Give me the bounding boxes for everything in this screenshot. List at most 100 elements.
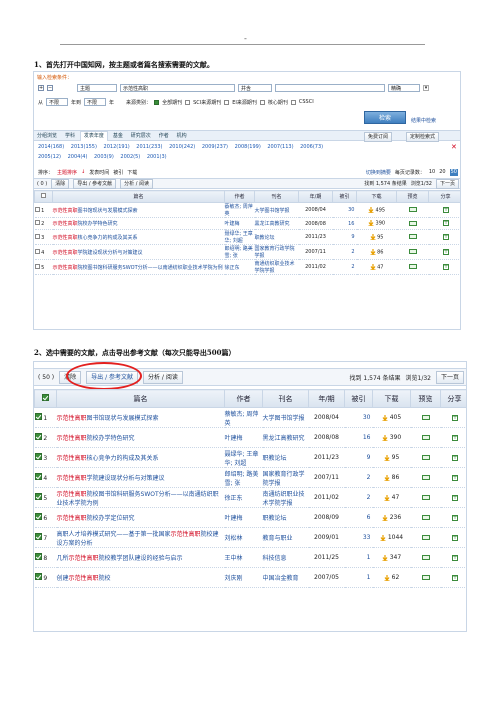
search-button[interactable]: 检索 <box>364 111 406 124</box>
download-cell[interactable]: 390 <box>356 217 397 230</box>
article-title[interactable]: 示范性高职院校办学特色研究 <box>52 217 225 230</box>
article-title[interactable]: 示范性高职核心竞争力的构成及其关系 <box>52 229 225 245</box>
title-rest[interactable]: 院校图书馆科研服务SWOT分析——以南通纺织职业技术学院为例 <box>78 265 223 271</box>
export-button[interactable]: 导出 / 参考文献 <box>73 178 117 189</box>
row-checkbox[interactable] <box>34 220 40 225</box>
col-journal[interactable]: 刊名 <box>254 190 299 203</box>
journal-cell[interactable]: 中国冶金教育 <box>262 567 309 588</box>
title-keyword[interactable]: 示范性高职 <box>53 265 78 271</box>
journal-cell[interactable]: 国家教育行政学院学报 <box>262 467 309 488</box>
share-plus-icon[interactable]: + <box>442 206 449 213</box>
share-plus-icon[interactable]: + <box>451 434 458 441</box>
col-year[interactable]: 年/期 <box>298 190 333 203</box>
share-plus-icon[interactable]: + <box>451 514 458 521</box>
col-cited[interactable]: 被引 <box>332 190 357 203</box>
table-row[interactable]: 5 示范性高职院校图书馆科研服务SWOT分析——以南通纺织职业技术学院为例 徐正东南… <box>34 487 466 508</box>
year-link[interactable]: 2011(233) <box>136 144 162 150</box>
journal-cell[interactable]: 南通纺织职业技术学院学报 <box>254 259 299 275</box>
share-cell[interactable]: + <box>428 202 460 218</box>
preview-cell[interactable] <box>396 229 429 245</box>
clear-button[interactable]: 清除 <box>51 178 70 189</box>
col-author[interactable]: 作者 <box>224 389 263 408</box>
cited-cell[interactable]: 2 <box>344 487 373 508</box>
cited-cell[interactable]: 1 <box>344 567 373 588</box>
cited-cell[interactable]: 6 <box>344 507 373 528</box>
row-checkbox[interactable] <box>34 433 42 440</box>
book-preview-icon[interactable] <box>421 455 430 460</box>
year-link[interactable]: 2014(168) <box>38 144 64 150</box>
share-cell[interactable]: + <box>428 244 460 260</box>
title-rest[interactable]: 院校办学特色研究 <box>78 221 118 227</box>
per-page-20[interactable]: 20 <box>439 169 445 176</box>
article-title[interactable]: 示范性高职学院建设现状分析与对策建议 <box>52 244 225 260</box>
row-checkbox[interactable] <box>34 533 42 540</box>
book-preview-icon[interactable] <box>421 495 430 500</box>
author-cell[interactable]: 徐正东 <box>224 487 263 508</box>
result-search-link[interactable]: 结果中检索 <box>411 117 436 124</box>
tab-year[interactable]: 发表年度 <box>79 131 108 141</box>
title-keyword[interactable]: 示范性高职 <box>69 555 99 562</box>
preview-cell[interactable] <box>410 487 441 508</box>
col-year[interactable]: 年/期 <box>308 389 345 408</box>
download-cell[interactable]: 86 <box>372 467 411 488</box>
author-cell[interactable]: 刘松林 <box>224 527 263 548</box>
download-cell[interactable]: 347 <box>372 547 411 568</box>
article-title[interactable]: 示范性高职院校办学特色研究 <box>56 427 225 448</box>
year-link[interactable]: 2008(199) <box>235 144 261 150</box>
book-preview-icon[interactable] <box>421 555 430 560</box>
col-title[interactable]: 篇名 <box>56 389 225 408</box>
remove-row-icon[interactable]: − <box>47 85 53 91</box>
share-plus-icon[interactable]: + <box>442 220 449 227</box>
cited-cell[interactable]: 2 <box>344 467 373 488</box>
title-keyword[interactable]: 示范性高职 <box>57 491 87 498</box>
row-checkbox[interactable] <box>34 206 40 212</box>
query-input[interactable]: 示范性高职 <box>120 84 235 92</box>
year-link[interactable]: 2013(155) <box>71 144 97 150</box>
table-row[interactable]: 1 示范性高职图书馆现状与发展模式探索 蔡敏杰; 周萍英 大学图书馆学报 2008/04… <box>34 202 460 218</box>
title-rest[interactable]: 院校办学定位研究 <box>87 515 135 522</box>
title-rest[interactable]: 图书馆现状与发展模式探索 <box>78 208 138 214</box>
row-checkbox[interactable] <box>34 513 42 520</box>
second-query-input[interactable] <box>275 84 385 92</box>
book-preview-icon[interactable] <box>408 249 417 254</box>
download-cell[interactable]: 236 <box>372 507 411 528</box>
download-cell[interactable]: 95 <box>356 229 397 245</box>
title-keyword[interactable]: 示范性高职 <box>57 455 87 462</box>
share-cell[interactable]: + <box>440 467 466 488</box>
article-title[interactable]: 示范性高职院校图书馆科研服务SWOT分析——以南通纺织职业技术学院为例 <box>56 487 225 508</box>
row-checkbox[interactable] <box>34 553 42 560</box>
author-cell[interactable]: 蔡敏杰; 周萍英 <box>224 202 255 218</box>
download-cell[interactable]: 495 <box>356 202 397 218</box>
journal-cell[interactable]: 科技信息 <box>262 547 309 568</box>
journal-cell[interactable]: 职教论坛 <box>254 229 299 245</box>
tab-org[interactable]: 机构 <box>174 132 190 141</box>
cited-cell[interactable]: 9 <box>344 447 373 468</box>
year-link[interactable]: 2006(73) <box>300 144 323 150</box>
cited-cell[interactable]: 2 <box>332 259 357 275</box>
book-preview-icon[interactable] <box>408 207 417 212</box>
select-all-checkbox[interactable] <box>34 190 53 203</box>
table-row[interactable]: 3 示范性高职核心竞争力的构成及其关系 聂绿华; 王章华; 刘超 职教论坛 2011/2… <box>34 447 466 468</box>
download-cell[interactable]: 62 <box>372 567 411 588</box>
journal-cell[interactable]: 南通纺织职业技术学院学报 <box>262 487 309 508</box>
cited-cell[interactable]: 1 <box>344 547 373 568</box>
journal-cell[interactable]: 黑龙江高教研究 <box>262 427 309 448</box>
table-row[interactable]: 5 示范性高职院校图书馆科研服务SWOT分析——以南通纺织职业技术学院为例 徐正东南… <box>34 259 460 275</box>
cited-cell[interactable]: 30 <box>332 202 357 218</box>
sort-date[interactable]: 发表时间 <box>89 169 109 176</box>
journal-cell[interactable]: 大学图书馆学报 <box>254 202 299 218</box>
author-cell[interactable]: 蔡敏杰; 周萍英 <box>224 407 263 428</box>
article-title[interactable]: 几所示范性高职院校教学团队建设的经验与启示 <box>56 547 225 568</box>
match-select[interactable]: 精确 <box>388 84 420 92</box>
match-toggle-icon[interactable]: ▾ <box>423 85 429 91</box>
col-author[interactable]: 作者 <box>224 190 255 203</box>
book-preview-icon[interactable] <box>421 435 430 440</box>
share-plus-icon[interactable]: + <box>451 574 458 581</box>
share-cell[interactable]: + <box>440 407 466 428</box>
author-cell[interactable]: 王中林 <box>224 547 263 568</box>
row-checkbox[interactable] <box>34 473 42 480</box>
table-row[interactable]: 8 几所示范性高职院校教学团队建设的经验与启示 王中林 科技信息 2011/25 1 34… <box>34 547 466 568</box>
book-preview-icon[interactable] <box>421 515 430 520</box>
download-cell[interactable]: 47 <box>372 487 411 508</box>
author-cell[interactable]: 郎绍明; 路美雪; 张 <box>224 467 263 488</box>
